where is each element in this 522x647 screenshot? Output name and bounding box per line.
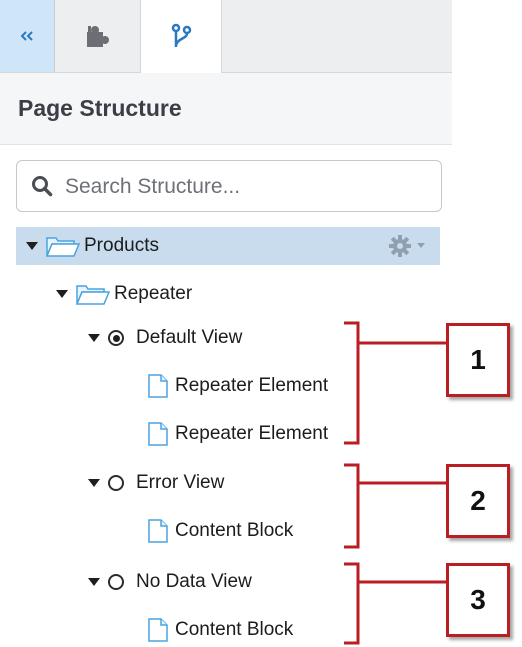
file-icon [148,618,168,642]
search-box[interactable] [16,160,442,212]
tree-item-label: Repeater Element [175,375,329,396]
collapse-panel-tab[interactable] [0,0,55,72]
file-icon [148,374,168,398]
search-icon [32,176,53,197]
view-radio[interactable] [108,475,124,491]
search-input[interactable] [63,169,427,205]
callout-box-2: 2 [446,464,510,538]
tree-item-error-view[interactable]: Error View [88,466,224,500]
tree-item-no-data-view[interactable]: No Data View [88,565,252,599]
folder-icon [46,237,80,257]
tree-item-label: No Data View [136,571,252,592]
panel-tab-bar [0,0,452,73]
tree-item-label: Default View [136,327,243,348]
tree-item-label: Products [84,235,159,256]
expand-caret-icon[interactable] [88,578,100,586]
puzzle-icon [86,26,109,47]
branch-icon [171,23,192,47]
structure-tab[interactable] [141,0,222,73]
tree-item-repeater[interactable]: Repeater [56,277,192,311]
file-icon [148,519,168,543]
view-radio[interactable] [108,574,124,590]
tree-item-repeater-element[interactable]: Repeater Element [148,369,328,403]
item-actions-menu[interactable] [388,234,426,258]
callout-bracket-1 [344,321,448,445]
expand-caret-icon[interactable] [26,242,38,250]
tree-item-label: Error View [136,472,225,493]
callout-bracket-3 [344,562,448,645]
tree-item-label: Repeater Element [175,423,329,444]
tree-item-repeater-element[interactable]: Repeater Element [148,417,328,451]
tree-item-label: Content Block [175,520,294,541]
tree-item-content-block[interactable]: Content Block [148,613,293,647]
expand-caret-icon[interactable] [56,290,68,298]
expand-caret-icon[interactable] [88,479,100,487]
chevron-down-icon [417,243,425,248]
file-icon [148,422,168,446]
callout-box-3: 3 [446,563,510,637]
gear-icon [389,235,411,257]
callout-bracket-2 [344,463,448,549]
callout-box-1: 1 [446,323,510,397]
tree-item-label: Repeater [114,283,193,304]
double-chevron-left-icon [20,31,33,41]
view-radio-selected[interactable] [108,330,124,346]
page-title: Page Structure [18,95,182,121]
tree-item-label: Content Block [175,619,294,640]
expand-caret-icon[interactable] [88,334,100,342]
tree-item-content-block[interactable]: Content Block [148,514,293,548]
tree-item-products[interactable]: Products [16,227,440,265]
folder-icon [76,285,110,305]
panel-header: Page Structure [0,73,452,145]
components-tab[interactable] [55,0,141,72]
tree-item-default-view[interactable]: Default View [88,321,242,355]
